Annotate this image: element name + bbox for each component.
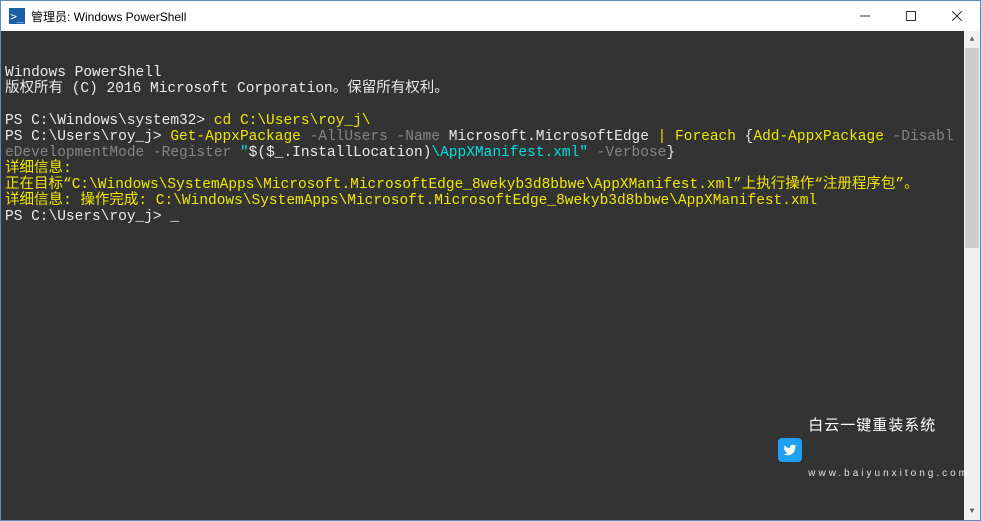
watermark-url: www.baiyunxitong.com <box>808 466 970 482</box>
verbose-label-1: 详细信息: <box>5 161 80 177</box>
verbose-text-2: 操作完成: C:\Windows\SystemApps\Microsoft.Mi… <box>80 193 817 209</box>
arg-allusers: -AllUsers -Name <box>301 129 449 145</box>
watermark-text: 白云一键重装系统 www.baiyunxitong.com <box>808 386 970 514</box>
path-manifest: \AppXManifest.xml" <box>431 145 588 161</box>
watermark-title: 白云一键重装系统 <box>808 418 970 434</box>
powershell-window: >_ 管理员: Windows PowerShell Windows Power… <box>0 0 981 521</box>
powershell-icon: >_ <box>9 8 25 24</box>
watermark: 白云一键重装系统 www.baiyunxitong.com <box>778 386 970 514</box>
cursor: _ <box>170 209 179 225</box>
cmd-foreach: Foreach <box>675 129 745 145</box>
window-controls <box>842 1 980 31</box>
window-title: 管理员: Windows PowerShell <box>31 8 842 25</box>
cmd-cd: cd C:\Users\roy_j\ <box>214 113 371 129</box>
expr-prop: InstallLocation <box>292 145 423 161</box>
expr-var: $_ <box>266 145 283 161</box>
title-bar[interactable]: >_ 管理员: Windows PowerShell <box>1 1 980 31</box>
ps-header: Windows PowerShell <box>5 65 162 81</box>
prompt-2: PS C:\Users\roy_j> <box>5 129 170 145</box>
prompt-3: PS C:\Users\roy_j> <box>5 209 170 225</box>
expr-dot: . <box>283 145 292 161</box>
pipe: | <box>658 129 675 145</box>
terminal-output: Windows PowerShell 版权所有 (C) 2016 Microso… <box>5 65 980 225</box>
scroll-thumb[interactable] <box>965 48 979 248</box>
close-button[interactable] <box>934 1 980 31</box>
watermark-logo-icon <box>778 438 802 462</box>
quote-open: " <box>240 145 249 161</box>
verbose-text-1: 正在目标“C:\Windows\SystemApps\Microsoft.Mic… <box>5 177 919 193</box>
verbose-label-2: 详细信息: <box>5 193 80 209</box>
cmd-getappx: Get-AppxPackage <box>170 129 301 145</box>
arg-verbose: -Verbose <box>588 145 666 161</box>
prompt-1: PS C:\Windows\system32> <box>5 113 214 129</box>
brace-close: } <box>666 145 675 161</box>
terminal-area[interactable]: Windows PowerShell 版权所有 (C) 2016 Microso… <box>1 31 980 520</box>
expr-paren-open: $( <box>249 145 266 161</box>
scroll-up-icon[interactable]: ▲ <box>964 31 980 48</box>
ps-copyright: 版权所有 (C) 2016 Microsoft Corporation。保留所有… <box>5 81 449 97</box>
cmd-addappx: Add-AppxPackage <box>753 129 884 145</box>
minimize-button[interactable] <box>842 1 888 31</box>
val-edge: Microsoft.MicrosoftEdge <box>449 129 658 145</box>
maximize-button[interactable] <box>888 1 934 31</box>
